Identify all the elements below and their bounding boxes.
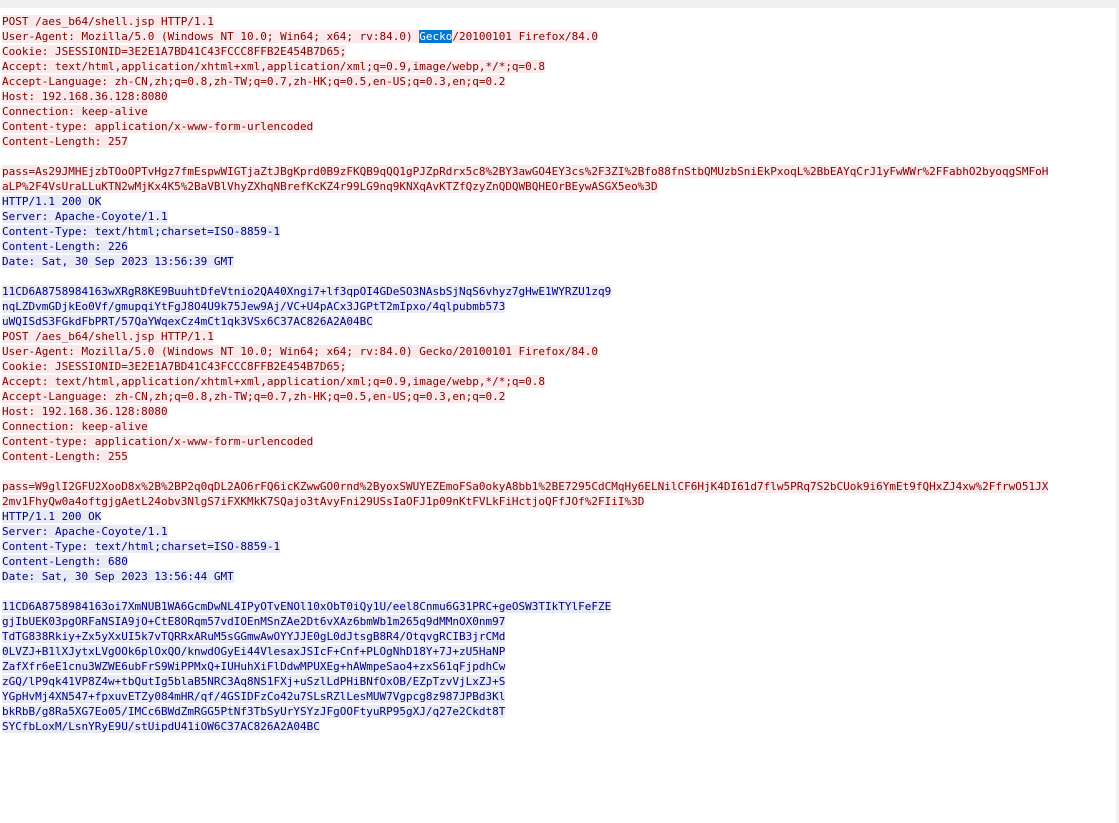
line-text: uWQISdS3FGkdFbPRT/57QaYWqexCz4mCt1qk3VSx…: [2, 315, 373, 328]
selected-text[interactable]: Gecko: [419, 30, 453, 43]
line-text: 11CD6A8758984163oi7XmNUB1WA6GcmDwNL4IPyO…: [2, 600, 612, 613]
response-line: Date: Sat, 30 Sep 2023 13:56:39 GMT: [2, 254, 1114, 269]
response-line: TdTG838Rkiy+Zx5yXxUI5k7vTQRRxARuM5sGGmwA…: [2, 629, 1114, 644]
request-line: Host: 192.168.36.128:8080: [2, 404, 1114, 419]
line-text: User-Agent: Mozilla/5.0 (Windows NT 10.0…: [2, 30, 599, 43]
line-text: pass=W9glI2GFU2XooD8x%2B%2BP2q0qDL2AO6rF…: [2, 480, 1049, 493]
request-line: Cookie: JSESSIONID=3E2E1A7BD41C43FCCC8FF…: [2, 359, 1114, 374]
response-line: uWQISdS3FGkdFbPRT/57QaYWqexCz4mCt1qk3VSx…: [2, 314, 1114, 329]
response-line: ZafXfr6eE1cnu3WZWE6ubFrS9WiPPMxQ+IUHuhXi…: [2, 659, 1114, 674]
request-line: Host: 192.168.36.128:8080: [2, 89, 1114, 104]
response-line: Server: Apache-Coyote/1.1: [2, 524, 1114, 539]
request-line: Connection: keep-alive: [2, 104, 1114, 119]
request-line: POST /aes_b64/shell.jsp HTTP/1.1: [2, 329, 1114, 344]
line-text: Cookie: JSESSIONID=3E2E1A7BD41C43FCCC8FF…: [2, 360, 347, 373]
line-text: TdTG838Rkiy+Zx5yXxUI5k7vTQRRxARuM5sGGmwA…: [2, 630, 506, 643]
line-text: HTTP/1.1 200 OK: [2, 195, 102, 208]
response-line: 11CD6A8758984163oi7XmNUB1WA6GcmDwNL4IPyO…: [2, 599, 1114, 614]
line-text: Content-Length: 680: [2, 555, 128, 568]
line-text: pass=As29JMHEjzbTOoOPTvHgz7fmEspwWIGTjaZ…: [2, 165, 1049, 178]
response-line: Date: Sat, 30 Sep 2023 13:56:44 GMT: [2, 569, 1114, 584]
response-line: Content-Type: text/html;charset=ISO-8859…: [2, 539, 1114, 554]
line-text: Host: 192.168.36.128:8080: [2, 90, 168, 103]
line-text: SYCfbLoxM/LsnYRyE9U/stUipdU41iOW6C37AC82…: [2, 720, 320, 733]
line-text: Cookie: JSESSIONID=3E2E1A7BD41C43FCCC8FF…: [2, 45, 347, 58]
request-line: User-Agent: Mozilla/5.0 (Windows NT 10.0…: [2, 344, 1114, 359]
response-line: Content-Length: 226: [2, 239, 1114, 254]
line-text: Date: Sat, 30 Sep 2023 13:56:44 GMT: [2, 570, 234, 583]
request-line: 2mv1FhyQw0a4oftgjgAetL24obv3NlgS7iFXKMkK…: [2, 494, 1114, 509]
line-text: nqLZDvmGDjkEo0Vf/gmupqiYtFgJ8O4U9k75Jew9…: [2, 300, 506, 313]
request-line: Content-Length: 257: [2, 134, 1114, 149]
line-text: Content-Length: 255: [2, 450, 128, 463]
line-text: User-Agent: Mozilla/5.0 (Windows NT 10.0…: [2, 345, 599, 358]
request-line: POST /aes_b64/shell.jsp HTTP/1.1: [2, 14, 1114, 29]
line-text: YGpHvMj4XN547+fpxuvETZy084mHR/qf/4GSIDFz…: [2, 690, 506, 703]
text-after-selection: /20100101 Firefox/84.0: [452, 30, 599, 43]
line-text: 2mv1FhyQw0a4oftgjgAetL24obv3NlgS7iFXKMkK…: [2, 495, 645, 508]
line-text: Content-Type: text/html;charset=ISO-8859…: [2, 540, 281, 553]
request-line: aLP%2F4VsUraLLuKTN2wMjKx4K5%2BaVBlVhyZXh…: [2, 179, 1114, 194]
request-line: Accept-Language: zh-CN,zh;q=0.8,zh-TW;q=…: [2, 74, 1114, 89]
request-line: Content-Length: 255: [2, 449, 1114, 464]
line-text: HTTP/1.1 200 OK: [2, 510, 102, 523]
line-text: zGQ/lP9qk41VP8Z4w+tbQutIg5blaB5NRC3Aq8NS…: [2, 675, 506, 688]
response-line: YGpHvMj4XN547+fpxuvETZy084mHR/qf/4GSIDFz…: [2, 689, 1114, 704]
line-text: gjIbUEK03pgORFaNSIA9jO+CtE8ORqm57vdIOEnM…: [2, 615, 506, 628]
line-text: Server: Apache-Coyote/1.1: [2, 210, 168, 223]
request-line: Accept: text/html,application/xhtml+xml,…: [2, 374, 1114, 389]
request-line: pass=W9glI2GFU2XooD8x%2B%2BP2q0qDL2AO6rF…: [2, 479, 1114, 494]
response-line: HTTP/1.1 200 OK: [2, 194, 1114, 209]
line-text: Accept-Language: zh-CN,zh;q=0.8,zh-TW;q=…: [2, 75, 506, 88]
response-line: bkRbB/g8Ra5XG7Eo05/IMCc6BWdZmRGG5PtNf3Tb…: [2, 704, 1114, 719]
line-text: Accept-Language: zh-CN,zh;q=0.8,zh-TW;q=…: [2, 390, 506, 403]
text-before-selection: User-Agent: Mozilla/5.0 (Windows NT 10.0…: [2, 30, 420, 43]
line-text: Connection: keep-alive: [2, 105, 148, 118]
response-line: SYCfbLoxM/LsnYRyE9U/stUipdU41iOW6C37AC82…: [2, 719, 1114, 734]
request-line: Accept-Language: zh-CN,zh;q=0.8,zh-TW;q=…: [2, 389, 1114, 404]
line-text: bkRbB/g8Ra5XG7Eo05/IMCc6BWdZmRGG5PtNf3Tb…: [2, 705, 506, 718]
line-text: aLP%2F4VsUraLLuKTN2wMjKx4K5%2BaVBlVhyZXh…: [2, 180, 658, 193]
response-line: Content-Type: text/html;charset=ISO-8859…: [2, 224, 1114, 239]
response-line: nqLZDvmGDjkEo0Vf/gmupqiYtFgJ8O4U9k75Jew9…: [2, 299, 1114, 314]
request-line: Content-type: application/x-www-form-url…: [2, 119, 1114, 134]
line-text: Date: Sat, 30 Sep 2023 13:56:39 GMT: [2, 255, 234, 268]
line-text: Content-Type: text/html;charset=ISO-8859…: [2, 225, 281, 238]
line-text: Server: Apache-Coyote/1.1: [2, 525, 168, 538]
line-text: 11CD6A8758984163wXRgR8KE9BuuhtDfeVtnio2Q…: [2, 285, 612, 298]
request-line: Connection: keep-alive: [2, 419, 1114, 434]
response-line: Server: Apache-Coyote/1.1: [2, 209, 1114, 224]
line-text: Content-Length: 226: [2, 240, 128, 253]
response-line: zGQ/lP9qk41VP8Z4w+tbQutIg5blaB5NRC3Aq8NS…: [2, 674, 1114, 689]
line-text: POST /aes_b64/shell.jsp HTTP/1.1: [2, 330, 214, 343]
request-line: Cookie: JSESSIONID=3E2E1A7BD41C43FCCC8FF…: [2, 44, 1114, 59]
tcp-stream-text-view[interactable]: POST /aes_b64/shell.jsp HTTP/1.1 User-Age…: [2, 14, 1114, 734]
window-top-edge: [0, 0, 1119, 8]
response-line: 0LVZJ+B1lXJytxLVgOOk6plOxQO/knwdOGyEi44V…: [2, 644, 1114, 659]
line-text: Content-Length: 257: [2, 135, 128, 148]
response-line: Content-Length: 680: [2, 554, 1114, 569]
line-text: 0LVZJ+B1lXJytxLVgOOk6plOxQO/knwdOGyEi44V…: [2, 645, 506, 658]
request-line: Content-type: application/x-www-form-url…: [2, 434, 1114, 449]
line-text: Content-type: application/x-www-form-url…: [2, 120, 314, 133]
response-line: gjIbUEK03pgORFaNSIA9jO+CtE8ORqm57vdIOEnM…: [2, 614, 1114, 629]
response-line: 11CD6A8758984163wXRgR8KE9BuuhtDfeVtnio2Q…: [2, 284, 1114, 299]
request-line: User-Agent: Mozilla/5.0 (Windows NT 10.0…: [2, 29, 1114, 44]
line-text: Host: 192.168.36.128:8080: [2, 405, 168, 418]
line-text: Content-type: application/x-www-form-url…: [2, 435, 314, 448]
line-text: Connection: keep-alive: [2, 420, 148, 433]
response-line: HTTP/1.1 200 OK: [2, 509, 1114, 524]
line-text: POST /aes_b64/shell.jsp HTTP/1.1: [2, 15, 214, 28]
line-text: Accept: text/html,application/xhtml+xml,…: [2, 375, 546, 388]
line-text: ZafXfr6eE1cnu3WZWE6ubFrS9WiPPMxQ+IUHuhXi…: [2, 660, 506, 673]
request-line: pass=As29JMHEjzbTOoOPTvHgz7fmEspwWIGTjaZ…: [2, 164, 1114, 179]
follow-tcp-stream-window: POST /aes_b64/shell.jsp HTTP/1.1 User-Age…: [0, 0, 1119, 823]
line-text: Accept: text/html,application/xhtml+xml,…: [2, 60, 546, 73]
request-line: Accept: text/html,application/xhtml+xml,…: [2, 59, 1114, 74]
